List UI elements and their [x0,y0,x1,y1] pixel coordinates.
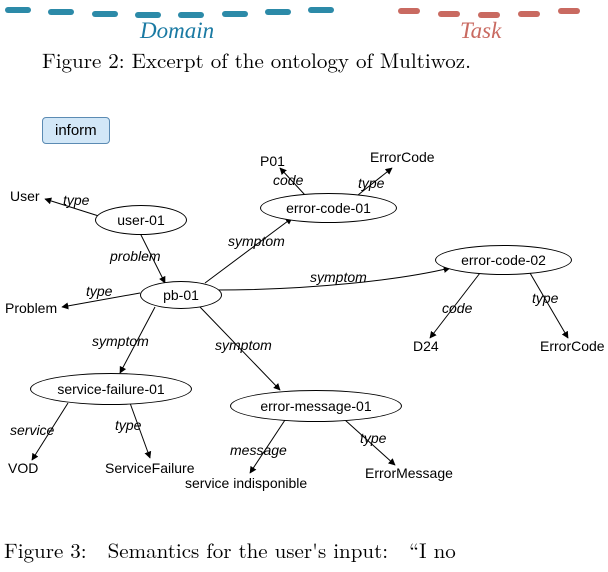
terminal-servicefailure: ServiceFailure [105,460,194,476]
dash-blue [265,9,291,15]
terminal-service-indisponible: service indisponible [185,475,307,491]
terminal-errorcode-2: ErrorCode [540,338,605,354]
node-user-01: user-01 [95,205,187,235]
dashed-border-row [0,0,608,24]
edge-label-symptom: symptom [92,333,149,349]
task-label: Task [460,18,501,44]
edge-label-type: type [63,192,89,208]
edge-label-service: service [10,422,54,438]
edge-label-symptom: symptom [228,233,285,249]
edge-label-symptom: symptom [310,269,367,285]
terminal-p01: P01 [260,153,285,169]
figure3-caption: Figure 3: Semantics for the user's input… [4,535,604,565]
edge-label-type: type [358,175,384,191]
edge-label-message: message [230,442,287,458]
node-pb-01: pb-01 [140,281,222,309]
edge-label-code: code [273,172,303,188]
terminal-vod: VOD [8,460,38,476]
terminal-d24: D24 [413,338,439,354]
edge-label-code: code [442,300,472,316]
node-service-failure-01: service-failure-01 [30,373,192,405]
terminal-errorcode-1: ErrorCode [370,149,435,165]
dash-blue [48,9,74,15]
terminal-errormessage: ErrorMessage [365,465,453,481]
dash-red [518,11,540,17]
node-error-message-01: error-message-01 [230,390,402,422]
edge-label-type: type [360,430,386,446]
terminal-problem: Problem [5,300,57,316]
dash-red [398,8,420,14]
dash-blue [222,11,248,17]
inform-tag: inform [42,117,110,144]
dash-red [438,11,460,17]
domain-label: Domain [140,18,214,44]
terminal-user: User [10,188,40,204]
semantic-graph: user-01 pb-01 error-code-01 error-code-0… [0,155,608,535]
page-container: Domain Task Figure 2: Excerpt of the ont… [0,0,608,572]
edge-label-type: type [115,417,141,433]
dash-red [558,8,580,14]
dash-blue [308,7,334,13]
node-error-code-01: error-code-01 [260,193,397,223]
node-error-code-02: error-code-02 [435,245,572,275]
edge-label-type: type [86,283,112,299]
dash-blue [5,7,31,13]
edge-label-symptom: symptom [215,337,272,353]
edge-label-type: type [532,290,558,306]
figure2-caption: Figure 2: Excerpt of the ontology of Mul… [42,45,582,75]
edge-label-problem: problem [110,248,161,264]
dash-blue [92,11,118,17]
